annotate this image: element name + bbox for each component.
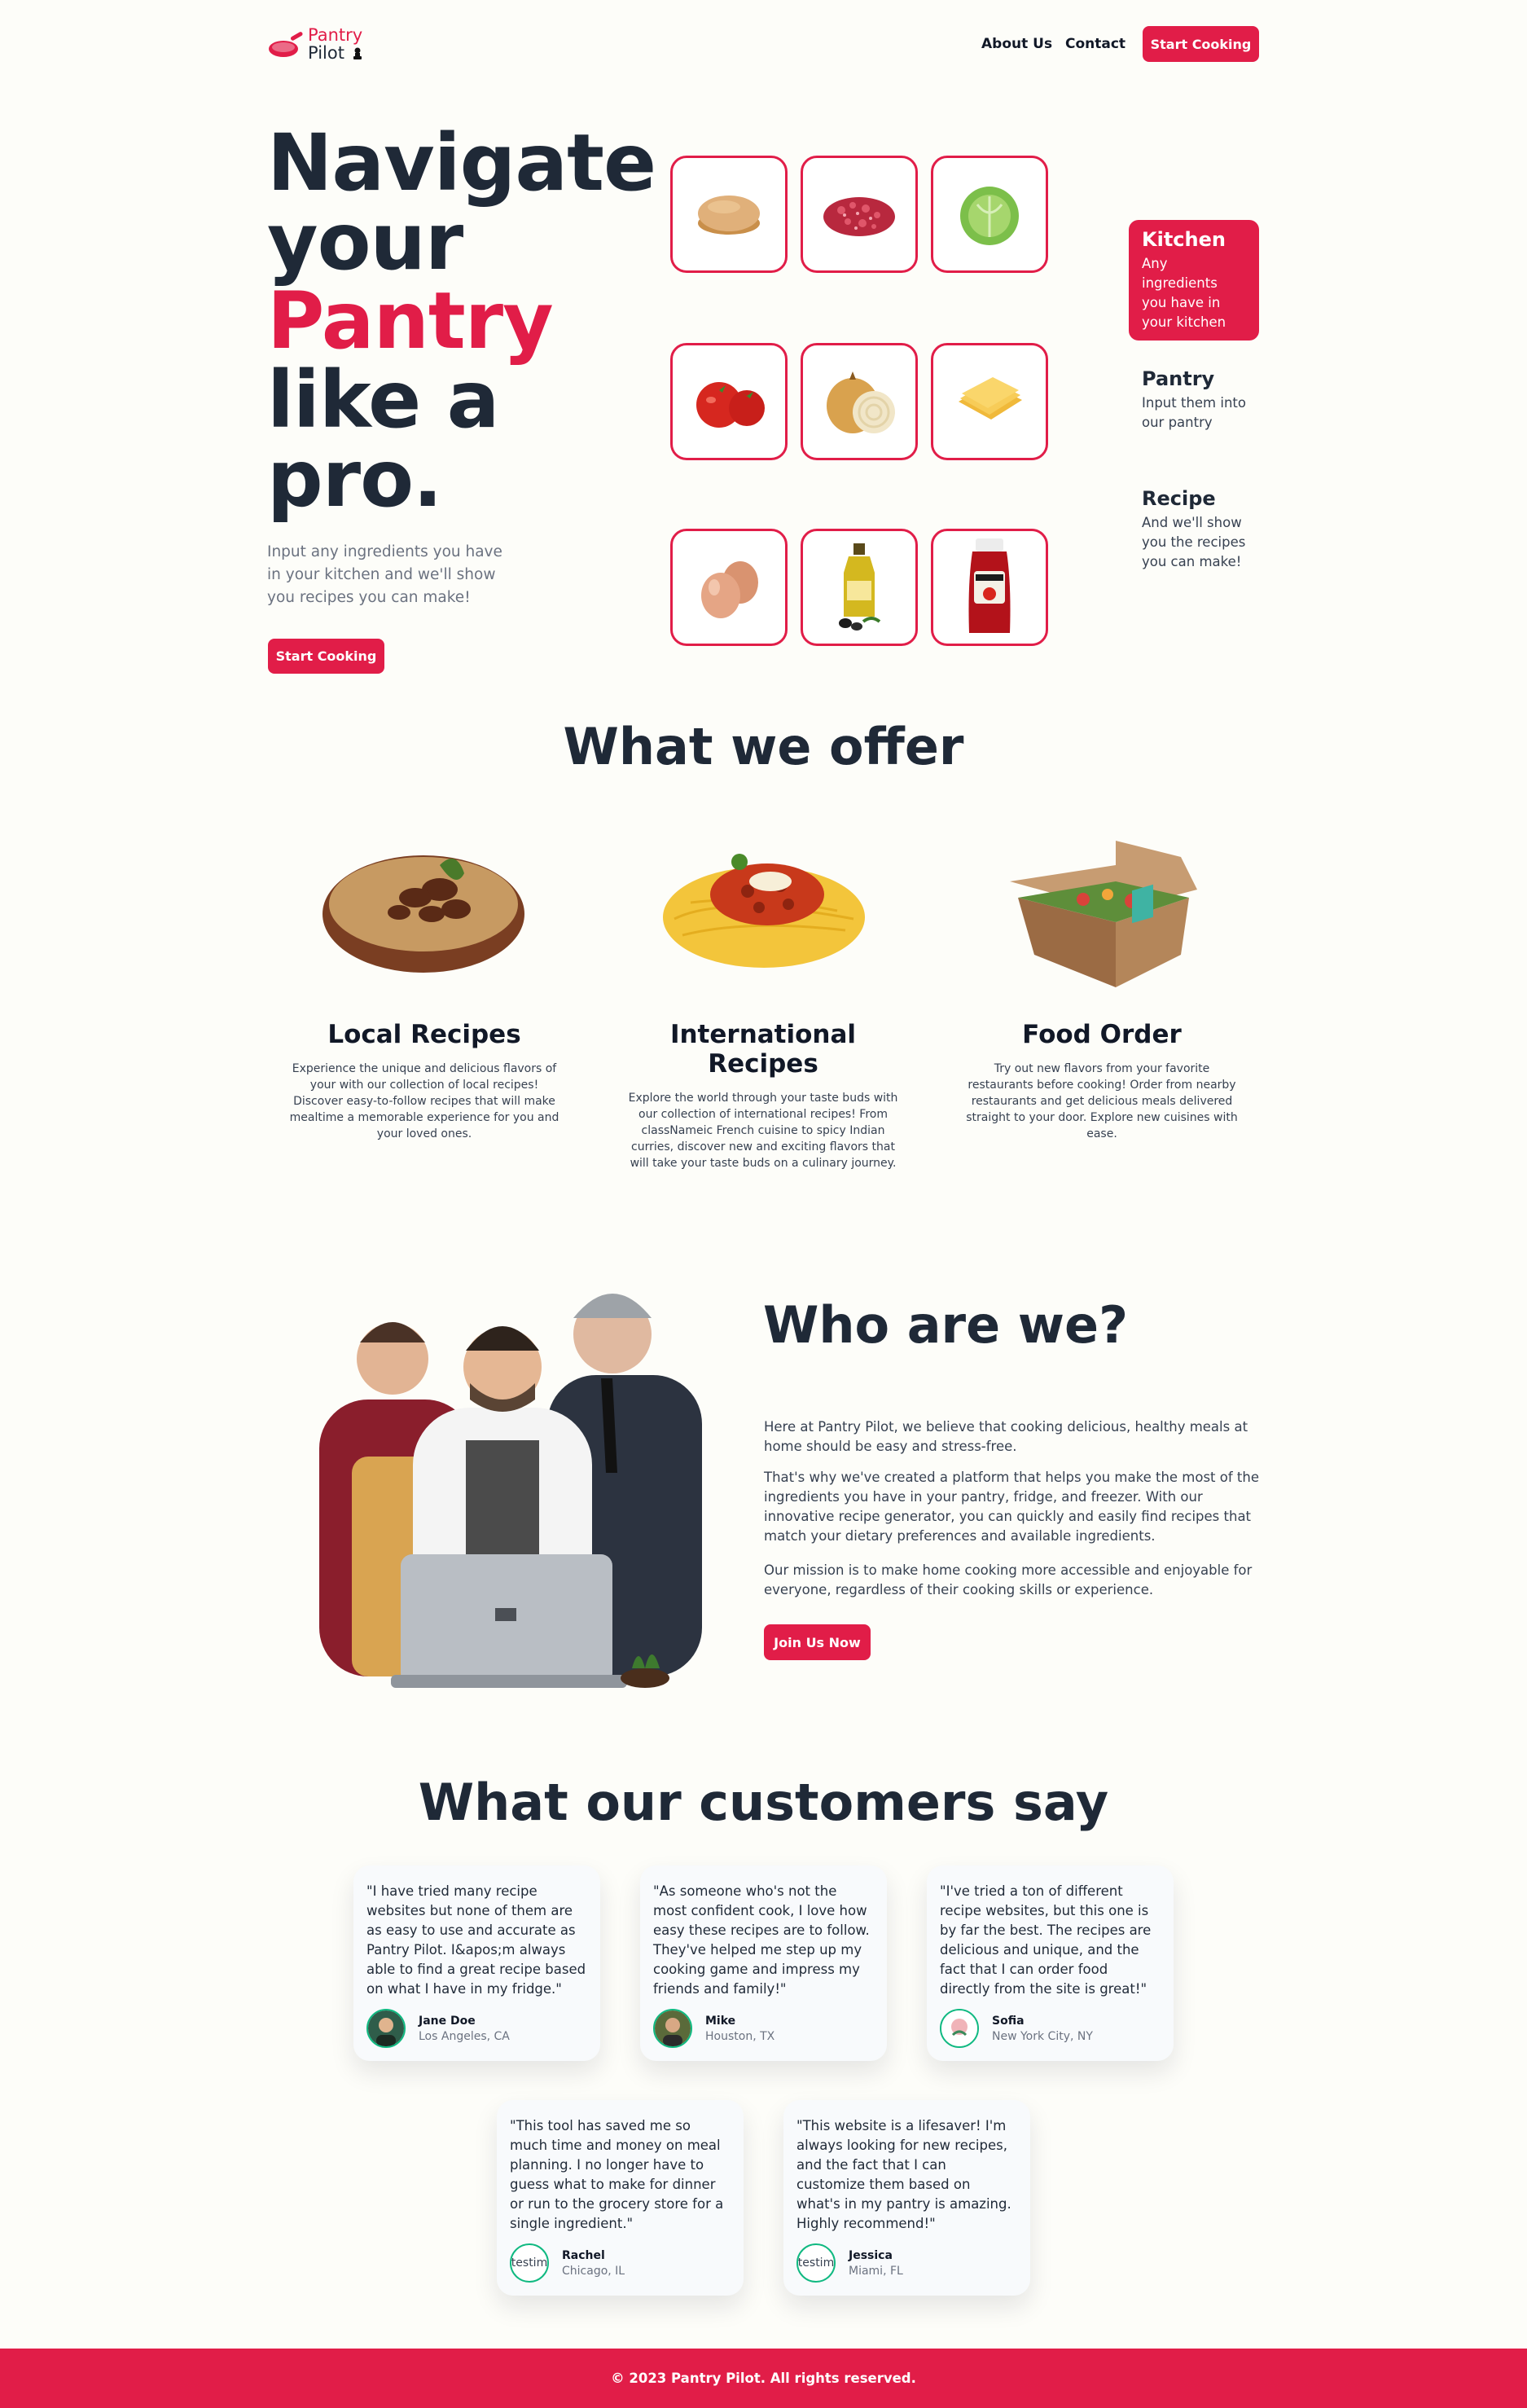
lettuce-icon [960, 187, 1019, 245]
step-pantry-title: Pantry [1142, 367, 1215, 390]
testimonial-name: Jessica [849, 2248, 893, 2262]
avatar-broken-image: testim [796, 2243, 836, 2283]
avatar-icon [368, 2010, 404, 2046]
ground-beef-icon [823, 197, 895, 236]
cheese-slices-icon [959, 377, 1022, 420]
step-pantry: Pantry Input them into our pantry [1129, 367, 1259, 433]
ingredient-tile-cheese[interactable] [931, 343, 1048, 460]
testimonial-location: Chicago, IL [562, 2264, 625, 2278]
step-kitchen-desc: Any ingredients you have in your kitchen [1142, 256, 1226, 330]
ingredient-tile-bun[interactable] [670, 156, 788, 273]
testimonials-section-title: What our customers say [418, 1773, 1109, 1832]
tomato-icon [696, 382, 765, 428]
team-photo [303, 1277, 735, 1698]
avatar-broken-image: testim [510, 2243, 549, 2283]
offer-card-local: Local Recipes Experience the unique and … [278, 1020, 571, 1142]
ingredient-tile-olive-oil[interactable] [801, 529, 918, 646]
logo-line1: Pantry [308, 25, 363, 45]
who-paragraph-2: That's why we've created a platform that… [764, 1470, 1260, 1544]
testimonial-card: "I have tried many recipe websites but n… [353, 1865, 600, 2061]
hero-title-line2: your [267, 196, 463, 288]
ingredient-tile-onion[interactable] [801, 343, 918, 460]
offer-card-food-order-desc: Try out new flavors from your favorite r… [966, 1062, 1238, 1140]
nav-contact-link[interactable]: Contact [1065, 36, 1126, 52]
hero-title-line5: pro. [267, 433, 442, 525]
testimonial-card: "I've tried a ton of different recipe we… [927, 1865, 1174, 2061]
frying-pan-icon [269, 32, 303, 57]
who-paragraph-3: Our mission is to make home cooking more… [764, 1562, 1253, 1597]
avatar [653, 2009, 692, 2048]
testimonial-name: Mike [705, 2014, 736, 2028]
nav-about-link[interactable]: About Us [981, 36, 1052, 52]
testimonial-card: "This website is a lifesaver! I'm always… [783, 2100, 1030, 2296]
testimonial-location: Houston, TX [705, 2029, 775, 2043]
offer-card-international: International Recipes Explore the world … [617, 1020, 910, 1171]
header-start-cooking-button[interactable]: Start Cooking [1143, 26, 1259, 62]
avatar-icon [655, 2010, 691, 2046]
testimonial-location: New York City, NY [992, 2029, 1093, 2043]
international-recipes-image [658, 837, 870, 979]
ingredient-tile-tomato[interactable] [670, 343, 788, 460]
step-pantry-desc: Input them into our pantry [1142, 395, 1246, 430]
olive-oil-icon [839, 543, 881, 631]
chef-hat-icon [353, 47, 362, 59]
join-us-button[interactable]: Join Us Now [764, 1624, 871, 1660]
offer-card-international-desc: Explore the world through your taste bud… [628, 1092, 898, 1170]
avatar [366, 2009, 406, 2048]
hero-title: Navigate your Pantry like a pro. [267, 117, 656, 525]
step-kitchen: Kitchen Any ingredients you have in your… [1129, 220, 1259, 341]
testimonial-quote: "This tool has saved me so much time and… [510, 2118, 724, 2231]
offer-card-local-title: Local Recipes [327, 1020, 521, 1049]
avatar-icon [941, 2010, 977, 2046]
offer-card-food-order-title: Food Order [1022, 1020, 1182, 1049]
testimonial-card: "As someone who's not the most confident… [640, 1865, 887, 2061]
step-recipe: Recipe And we'll show you the recipes yo… [1129, 487, 1259, 572]
testimonial-location: Miami, FL [849, 2264, 903, 2278]
takeaway-box-icon [1010, 841, 1197, 987]
offer-card-local-desc: Experience the unique and delicious flav… [289, 1062, 559, 1140]
who-paragraph-1: Here at Pantry Pilot, we believe that co… [764, 1419, 1248, 1454]
step-recipe-title: Recipe [1142, 487, 1216, 510]
ingredient-tile-ketchup[interactable] [931, 529, 1048, 646]
food-order-image [994, 833, 1205, 991]
testimonial-quote: "I've tried a ton of different recipe we… [940, 1883, 1152, 1997]
offer-card-food-order: Food Order Try out new flavors from your… [955, 1020, 1248, 1142]
logo[interactable]: Pantry Pilot [267, 24, 373, 64]
avatar [940, 2009, 979, 2048]
ingredient-tile-eggs[interactable] [670, 529, 788, 646]
ingredient-tile-lettuce[interactable] [931, 156, 1048, 273]
testimonial-quote: "As someone who's not the most confident… [653, 1883, 870, 1997]
spaghetti-icon [663, 854, 865, 968]
testimonial-card: "This tool has saved me so much time and… [497, 2100, 744, 2296]
local-recipes-image [318, 833, 529, 982]
onion-icon [827, 371, 895, 433]
hero-start-cooking-button[interactable]: Start Cooking [268, 639, 384, 674]
offer-section-title: What we offer [563, 717, 964, 776]
step-kitchen-title: Kitchen [1142, 228, 1226, 251]
testimonial-name: Rachel [562, 2248, 605, 2262]
testimonial-name: Sofia [992, 2014, 1025, 2028]
bun-icon [698, 196, 760, 235]
step-recipe-desc: And we'll show you the recipes you can m… [1142, 515, 1246, 569]
chefs-with-laptop-image [319, 1294, 702, 1688]
testimonial-location: Los Angeles, CA [419, 2029, 510, 2043]
footer: © 2023 Pantry Pilot. All rights reserved… [0, 2349, 1527, 2408]
logo-line2: Pilot [308, 43, 344, 63]
testimonial-name: Jane Doe [419, 2014, 476, 2028]
offer-card-international-title: International Recipes [669, 1020, 857, 1079]
eggs-icon [701, 561, 758, 618]
hero-title-line4: like a [267, 354, 499, 446]
testimonial-quote: "I have tried many recipe websites but n… [366, 1883, 586, 1997]
testimonial-quote: "This website is a lifesaver! I'm always… [796, 2118, 1011, 2231]
hero-title-line1: Navigate [267, 117, 656, 209]
hero-title-accent: Pantry [267, 275, 554, 367]
hero-subtitle: Input any ingredients you have in your k… [267, 543, 502, 606]
ingredient-tile-ground-beef[interactable] [801, 156, 918, 273]
footer-copyright: © 2023 Pantry Pilot. All rights reserved… [611, 2371, 916, 2386]
rice-bowl-icon [323, 855, 524, 973]
who-section-title: Who are we? [763, 1295, 1129, 1355]
ketchup-bottle-icon [968, 538, 1011, 633]
